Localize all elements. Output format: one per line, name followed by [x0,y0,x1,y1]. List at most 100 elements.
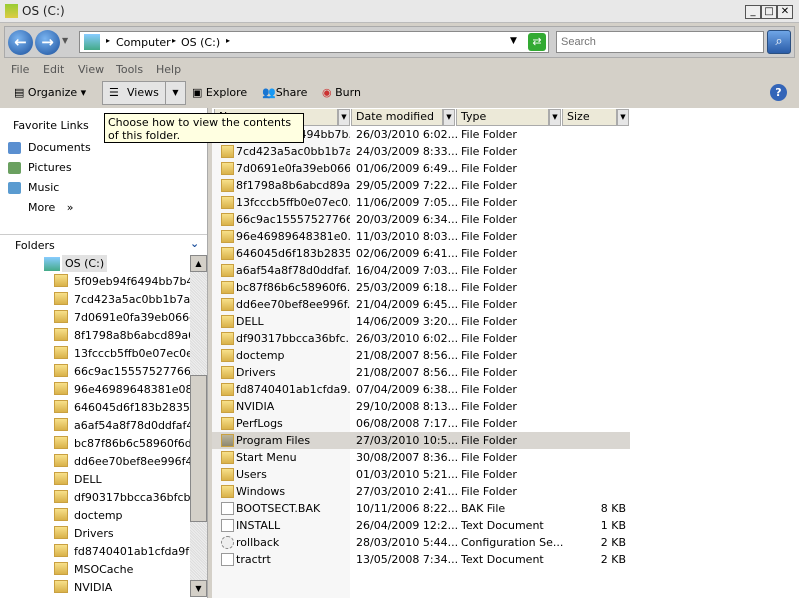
file-row[interactable]: 13fcccb5ffb0e07ec0... 11/06/2009 7:05... F… [212,194,630,211]
tree-folder-item[interactable]: MSOCache [54,562,190,580]
tree-folder-item[interactable]: NVIDIA [54,580,190,598]
tree-folder-item[interactable]: DELL [54,472,190,490]
file-row[interactable]: 66c9ac15557527766... 20/03/2009 6:34...Fi… [212,211,630,228]
file-row[interactable]: 96e46989648381e0... 11/03/2010 8:03... Fil… [212,228,630,245]
burn-button[interactable]: ◉ Burn [320,84,363,104]
folders-scrollbar[interactable]: ▲ ▼ [190,255,207,597]
menu-tools[interactable]: Tools [116,63,143,76]
folder-icon [54,400,68,413]
tree-folder-item[interactable]: Drivers [54,526,190,544]
refresh-icon[interactable]: ⇄ [528,33,546,51]
column-header-size[interactable]: Size [562,109,617,126]
tree-folder-item[interactable]: dd6ee70bef8ee996f4f6 [54,454,190,472]
tree-folder-item[interactable]: 66c9ac15557527766628 [54,364,190,382]
views-icon: ☰ [109,86,119,99]
file-row[interactable]: 7d0691e0fa39eb066... 01/06/2009 6:49... Fi… [212,160,630,177]
folders-header[interactable]: Folders ⌄ [0,234,207,256]
address-bar[interactable]: ▸ Computer ▸ OS (C:) ▸ ▼ ⇄ [79,31,549,53]
address-dropdown[interactable]: ▼ [510,36,517,46]
favorite-pictures[interactable]: Pictures [28,161,72,174]
forward-button[interactable]: → [35,30,60,55]
scroll-down-button[interactable]: ▼ [190,580,207,597]
menu-file[interactable]: File [11,63,29,76]
name-filter-dropdown[interactable]: ▼ [338,109,350,126]
file-type: File Folder [461,230,517,243]
folder-icon [221,247,234,260]
file-row[interactable]: Drivers 21/08/2007 8:56... File Folder [212,364,630,381]
tree-folder-item[interactable]: bc87f86b6c58960f6d29 [54,436,190,454]
column-header-type[interactable]: Type [456,109,549,126]
organize-button[interactable]: ▤ Organize ▾ [12,84,88,104]
file-row[interactable]: Program Files 27/03/2010 10:5... File Fold… [212,432,630,449]
file-row[interactable]: bc87f86b6c58960f6... 25/03/2009 6:18... Fi… [212,279,630,296]
recent-pages-dropdown[interactable]: ▼ [62,36,68,45]
tree-folder-item[interactable]: doctemp [54,508,190,526]
file-row[interactable]: PerfLogs 06/08/2008 7:17... File Folder [212,415,630,432]
search-input[interactable] [556,31,764,53]
tree-folder-item[interactable]: 7cd423a5ac0bb1b7ac5c [54,292,190,310]
scrollbar-thumb[interactable] [190,375,207,522]
file-type: File Folder [461,298,517,311]
column-header-date-modified[interactable]: Date modified [351,109,443,126]
size-filter-dropdown[interactable]: ▼ [617,109,629,126]
favorite-documents[interactable]: Documents [28,141,91,154]
file-name: 96e46989648381e0... [236,230,350,243]
search-button[interactable]: ⌕ [767,30,791,54]
menu-view[interactable]: View [78,63,104,76]
file-row[interactable]: 8f1798a8b6abcd89a... 29/05/2009 7:22... Fi… [212,177,630,194]
file-row[interactable]: dd6ee70bef8ee996f... 21/04/2009 6:45... Fi… [212,296,630,313]
help-icon[interactable]: ? [770,84,787,101]
file-row[interactable]: BOOTSECT.BAK 10/11/2006 8:22... BAK File 8 … [212,500,630,517]
views-button[interactable]: ☰ Views ▼ [102,81,186,105]
close-button[interactable]: ✕ [777,5,793,19]
file-row[interactable]: INSTALL 26/04/2009 12:2... Text Document 1 … [212,517,630,534]
file-date: 01/06/2009 6:49... [356,162,459,175]
tree-folder-item[interactable]: fd8740401ab1cfda9f6a6 [54,544,190,562]
tree-folder-item[interactable]: 96e46989648381e0867b [54,382,190,400]
file-row[interactable]: Users 01/03/2010 5:21... File Folder [212,466,630,483]
menu-edit[interactable]: Edit [43,63,64,76]
folder-icon [221,383,234,396]
drive-icon [44,257,60,271]
file-row[interactable]: 646045d6f183b2835... 02/06/2009 6:41... Fi… [212,245,630,262]
tree-folder-item[interactable]: 8f1798a8b6abcd89a0ba [54,328,190,346]
type-filter-dropdown[interactable]: ▼ [549,109,561,126]
menu-help[interactable]: Help [156,63,181,76]
file-row[interactable]: 7cd423a5ac0bb1b7a... 24/03/2009 8:33...Fi… [212,143,630,160]
share-button[interactable]: 👥Share [260,84,309,104]
tree-folder-item[interactable]: 7d0691e0fa39eb066da9 [54,310,190,328]
maximize-button[interactable]: □ [761,5,777,19]
scroll-up-button[interactable]: ▲ [190,255,207,272]
file-row[interactable]: fd8740401ab1cfda9... 07/04/2009 6:38... Fi… [212,381,630,398]
minimize-button[interactable]: _ [745,5,761,19]
document-icon [221,502,234,515]
file-row[interactable]: rollback 28/03/2010 5:44... Configuration … [212,534,630,551]
folder-icon [54,292,68,305]
file-row[interactable]: a6af54a8f78d0ddfaf... 16/04/2009 7:03... F… [212,262,630,279]
favorite-more[interactable]: More » [28,201,74,214]
file-name: doctemp [236,349,285,362]
folder-icon [54,580,68,593]
tree-folder-item[interactable]: a6af54a8f78d0ddfaf46e [54,418,190,436]
views-dropdown[interactable]: ▼ [165,82,185,104]
file-row[interactable]: df90317bbcca36bfc... 26/03/2010 6:02... Fi… [212,330,630,347]
breadcrumb-os-c[interactable]: OS (C:) [181,36,220,49]
file-date: 13/05/2008 7:34... [356,553,459,566]
file-name: 7d0691e0fa39eb066... [236,162,350,175]
file-row[interactable]: tractrt 13/05/2008 7:34... Text Document 2 … [212,551,630,568]
file-row[interactable]: NVIDIA 29/10/2008 8:13... File Folder [212,398,630,415]
date-filter-dropdown[interactable]: ▼ [443,109,455,126]
tree-folder-item[interactable]: 13fcccb5ffb0e07ec0e37 [54,346,190,364]
breadcrumb-computer[interactable]: Computer [116,36,171,49]
file-row[interactable]: Windows 27/03/2010 2:41... File Folder [212,483,630,500]
tree-folder-item[interactable]: df90317bbcca36bfcb8f3 [54,490,190,508]
tree-root-os-c[interactable]: OS (C:) [62,255,108,272]
favorite-music[interactable]: Music [28,181,59,194]
tree-folder-item[interactable]: 646045d6f183b2835a10 [54,400,190,418]
tree-folder-item[interactable]: 5f09eb94f6494bb7b4a7 [54,274,190,292]
back-button[interactable]: ← [8,30,33,55]
explore-button[interactable]: ▣ Explore [190,84,249,104]
file-row[interactable]: DELL 14/06/2009 3:20... File Folder [212,313,630,330]
file-row[interactable]: Start Menu 30/08/2007 8:36... File Folder [212,449,630,466]
file-row[interactable]: doctemp 21/08/2007 8:56... File Folder [212,347,630,364]
